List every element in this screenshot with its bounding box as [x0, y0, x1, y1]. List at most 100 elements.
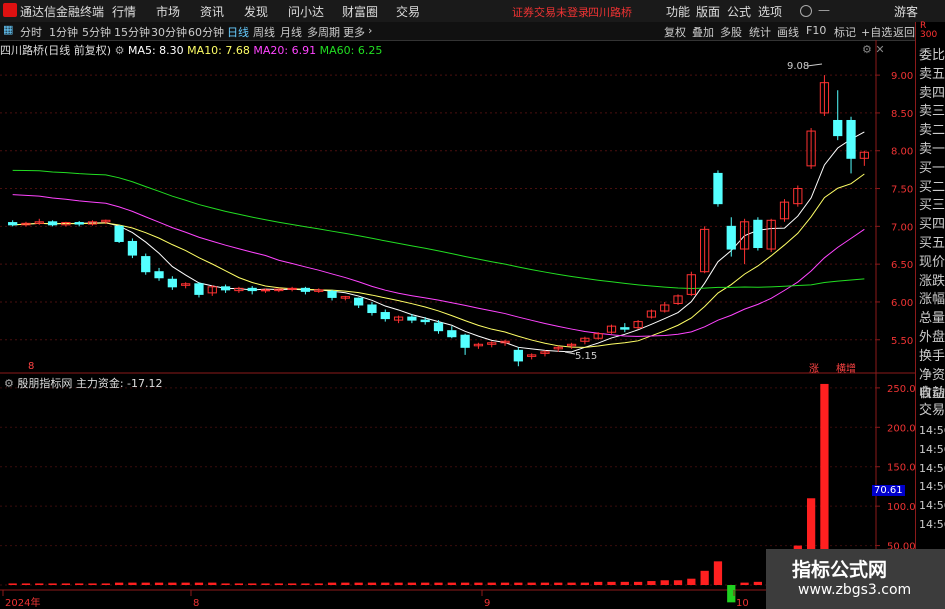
back-button[interactable]: 返回: [893, 24, 915, 40]
menu-discover[interactable]: 发现: [244, 3, 268, 20]
overlay-button[interactable]: 叠加: [692, 24, 714, 40]
minimize-icon[interactable]: —: [818, 3, 830, 17]
price-tick-label: 8.50: [891, 109, 913, 120]
volume-bar: [434, 582, 443, 585]
period-tick[interactable]: 分时: [20, 24, 42, 40]
volume-bar: [700, 570, 709, 585]
volume-bar: [88, 583, 97, 585]
volume-bar: [234, 583, 244, 585]
period-monthly[interactable]: 月线: [280, 24, 302, 40]
volume-bar: [75, 583, 84, 585]
x-tick-label: 8: [193, 598, 199, 609]
trade-time: 14:56: [919, 480, 945, 494]
volume-bar: [194, 582, 204, 585]
period-1min[interactable]: 1分钟: [49, 24, 78, 40]
menu-market[interactable]: 市场: [156, 3, 180, 20]
high-annotation: 9.08: [787, 61, 810, 72]
candle-body: [354, 297, 364, 306]
menu-formula[interactable]: 公式: [727, 3, 751, 20]
add-watchlist-button[interactable]: +自选: [861, 24, 892, 40]
price-tick-label: 6.00: [891, 298, 913, 309]
volume-bar: [487, 582, 496, 585]
x-tick-label: 9: [484, 598, 490, 609]
low-annotation: 5.15: [575, 351, 598, 362]
chart-area[interactable]: 9.00 8.50 8.00 7.50 7.00 6.50 6.00 5.50 250.0 200…: [0, 40, 915, 609]
candle-body: [513, 349, 523, 362]
quote-panel: R 300 委比 卖五 卖四 卖三 卖二 卖一 买一 买二 买三 买四 买五 现价 涨跌 涨幅 总量 外盘 换手净…: [915, 22, 945, 609]
period-multi[interactable]: 多周期: [307, 24, 340, 40]
adjust-button[interactable]: 复权: [664, 24, 686, 40]
tag-increase: 横增: [836, 364, 856, 375]
f10-button[interactable]: F10: [806, 24, 826, 37]
indicator-settings-icon[interactable]: ⚙: [4, 377, 17, 390]
candle-body: [420, 319, 430, 323]
indicator-line: ⚙ 殷朋指标网 主力资金: -17.12: [4, 375, 163, 391]
quote-field-8: 买三: [919, 198, 945, 214]
low-arrow: [564, 351, 576, 355]
multi-stock-button[interactable]: 多股: [720, 24, 742, 40]
menu-news[interactable]: 资讯: [200, 3, 224, 20]
period-30min[interactable]: 30分钟: [151, 24, 187, 40]
volume-bar: [407, 582, 417, 585]
user-icon[interactable]: [800, 5, 812, 17]
quote-field-17: 净资: [919, 367, 945, 383]
trade-time: 14:56: [919, 518, 945, 531]
info-line: 四川路桥(日线 前复权) ⚙ MA5: 8.30 MA10: 7.68 MA20…: [0, 42, 382, 57]
candle-body: [154, 271, 164, 279]
period-toolbar: ▦ 分时 1分钟 5分钟 15分钟 30分钟 60分钟 日线 周线 月线 多周期…: [0, 22, 915, 41]
period-60min[interactable]: 60分钟: [188, 24, 224, 40]
volume-bar: [128, 582, 137, 585]
volume-bar: [673, 580, 683, 585]
candle-body: [407, 316, 417, 321]
grid-icon[interactable]: ▦: [3, 23, 13, 36]
volume-bar: [554, 582, 563, 585]
price-tick-label: 8.00: [891, 147, 913, 158]
settings-icon[interactable]: ⚙: [115, 44, 128, 57]
stats-button[interactable]: 统计: [749, 24, 771, 40]
quote-field-16: 换手: [919, 348, 945, 364]
ma5-label: MA5: 8.30: [127, 44, 184, 57]
menu-bar: 通达信金融终端 行情 市场 资讯 发现 问小达 财富圈 交易 证券交易未登录 四…: [0, 0, 945, 23]
period-more[interactable]: 更多: [343, 24, 365, 40]
volume-bar: [181, 582, 190, 585]
panel-controls[interactable]: ⚙ ✕: [862, 43, 885, 56]
candle-body: [753, 219, 763, 249]
menu-quotes[interactable]: 行情: [112, 3, 136, 20]
chevron-right-icon[interactable]: ›: [368, 24, 372, 37]
candle-body: [8, 222, 18, 226]
candle-body: [127, 240, 138, 256]
menu-trade[interactable]: 交易: [396, 3, 420, 20]
auto-trade-1[interactable]: 交易: [919, 403, 945, 419]
mark-button[interactable]: 标记: [834, 24, 856, 40]
volume-bar: [354, 582, 363, 585]
candle-body: [327, 290, 337, 298]
volume-bar: [221, 583, 230, 585]
period-5min[interactable]: 5分钟: [82, 24, 111, 40]
candle-body: [620, 327, 630, 330]
current-stock: 四川路桥: [588, 6, 632, 19]
volume-tick-label: 250.0: [887, 384, 915, 395]
auto-trade-0[interactable]: 自动: [919, 386, 945, 402]
draw-button[interactable]: 画线: [777, 24, 799, 40]
menu-options[interactable]: 选项: [758, 3, 782, 20]
period-daily[interactable]: 日线: [227, 24, 249, 40]
menu-layout[interactable]: 版面: [696, 3, 720, 20]
volume-bar: [460, 582, 470, 585]
volume-bar: [114, 582, 124, 585]
period-15min[interactable]: 15分钟: [114, 24, 150, 40]
login-status[interactable]: 证券交易未登录: [512, 4, 589, 20]
volume-bar: [620, 581, 629, 585]
guest-label[interactable]: 游客: [894, 3, 918, 20]
mark-8: 8: [28, 361, 35, 372]
volume-bar: [381, 582, 390, 585]
period-weekly[interactable]: 周线: [253, 24, 275, 40]
candle-body: [247, 287, 257, 292]
price-tick-label: 7.00: [891, 222, 913, 233]
volume-bar: [314, 583, 323, 585]
volume-bar: [287, 583, 297, 585]
menu-function[interactable]: 功能: [666, 3, 690, 20]
menu-wealth[interactable]: 财富圈: [342, 3, 378, 20]
menu-ask[interactable]: 问小达: [288, 3, 324, 20]
current-value-badge: 70.61: [872, 485, 905, 496]
candles: [8, 75, 869, 367]
